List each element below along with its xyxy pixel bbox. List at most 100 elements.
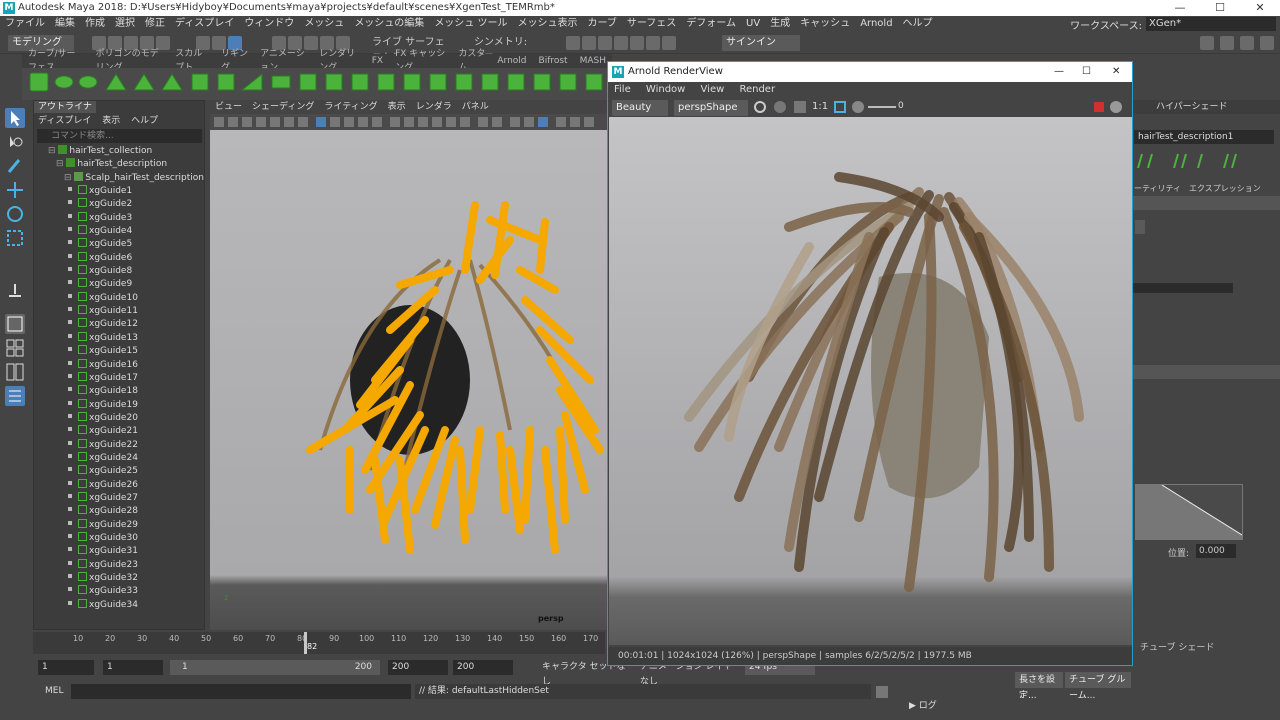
- shelf-tab-bifrost[interactable]: Bifrost: [533, 54, 574, 68]
- tree-item-guide[interactable]: xgGuide15: [34, 345, 202, 358]
- range-start-field[interactable]: 1: [38, 660, 94, 675]
- tree-item-scalp[interactable]: ⊟ Scalp_hairTest_description: [34, 171, 204, 185]
- rv-menu-render[interactable]: Render: [733, 84, 781, 95]
- tree-item-guide[interactable]: xgGuide27: [34, 491, 202, 505]
- outliner-layout-icon[interactable]: [5, 386, 25, 406]
- attribute-editor-icon[interactable]: [1220, 36, 1234, 50]
- section-header[interactable]: [1130, 196, 1280, 210]
- ratio-label[interactable]: 1:1: [812, 101, 828, 112]
- menu-arnold[interactable]: Arnold: [855, 16, 897, 32]
- time-slider[interactable]: 10 20 30 40 50 60 70 80 90 100 110 120 1…: [33, 632, 605, 654]
- tree-item-guide[interactable]: xgGuide10: [34, 291, 202, 305]
- paint-select-icon[interactable]: [5, 156, 25, 176]
- menu-select[interactable]: 選択: [110, 16, 140, 32]
- tree-item-guide[interactable]: xgGuide30: [34, 531, 202, 545]
- rv-close-icon[interactable]: ✕: [1112, 62, 1120, 82]
- attr-tab-expression[interactable]: エクスプレッション: [1185, 183, 1265, 194]
- render-icon[interactable]: [566, 36, 580, 50]
- viewport-toolbar-icons[interactable]: [210, 114, 608, 130]
- maximize-icon[interactable]: ☐: [1200, 0, 1240, 16]
- tree-item-description[interactable]: ⊟ hairTest_description: [34, 158, 202, 171]
- menu-generate[interactable]: 生成: [765, 16, 795, 32]
- tree-item-guide[interactable]: xgGuide33: [34, 585, 202, 598]
- mel-input[interactable]: [71, 684, 411, 699]
- outliner-menu-help[interactable]: ヘルプ: [127, 116, 162, 126]
- tree-item-guide[interactable]: xgGuide28: [34, 505, 202, 518]
- channel-box-icon[interactable]: [1260, 36, 1274, 50]
- tree-item-guide[interactable]: xgGuide22: [34, 438, 202, 452]
- anim-end-field[interactable]: 200: [388, 660, 448, 675]
- tree-item-guide[interactable]: xgGuide26: [34, 478, 202, 492]
- rv-menu-window[interactable]: Window: [640, 84, 691, 95]
- set-length-button[interactable]: 長さを設定...: [1015, 672, 1063, 701]
- close-icon[interactable]: ✕: [1240, 0, 1280, 16]
- render-canvas[interactable]: [609, 117, 1132, 645]
- render-view-icon[interactable]: [630, 36, 644, 50]
- arnold-play-icon[interactable]: [646, 36, 660, 50]
- stop-render-icon[interactable]: [1094, 102, 1104, 112]
- viewport-menu-view[interactable]: ビュー: [210, 100, 247, 114]
- tree-item-guide[interactable]: xgGuide2: [34, 198, 202, 211]
- tree-item-guide[interactable]: xgGuide9: [34, 278, 202, 291]
- tree-item-guide[interactable]: xgGuide18: [34, 385, 202, 398]
- tree-item-guide[interactable]: xgGuide11: [34, 305, 202, 318]
- render-refresh-icon[interactable]: [754, 101, 766, 113]
- single-view-icon[interactable]: [5, 314, 25, 334]
- xgen-shelf-icons[interactable]: [22, 68, 612, 100]
- tree-item-guide[interactable]: xgGuide34: [34, 598, 202, 612]
- node-name-field[interactable]: hairTest_description1: [1134, 130, 1274, 144]
- tree-item-guide[interactable]: xgGuide5: [34, 238, 202, 251]
- lasso-tool-icon[interactable]: [5, 132, 25, 152]
- hypershade-icon[interactable]: [614, 36, 628, 50]
- outliner-tab[interactable]: アウトライナ: [34, 101, 96, 113]
- two-view-icon[interactable]: [5, 362, 25, 382]
- aov-dropdown[interactable]: Beauty: [612, 100, 668, 116]
- tree-item-guide[interactable]: xgGuide16: [34, 358, 202, 372]
- script-editor-icon[interactable]: [876, 686, 888, 698]
- outliner-menu-display[interactable]: ディスプレイ: [34, 116, 95, 126]
- menu-edit-mesh[interactable]: メッシュの編集: [349, 16, 429, 32]
- four-view-icon[interactable]: [5, 338, 25, 358]
- tree-item-guide[interactable]: xgGuide29: [34, 518, 202, 532]
- color-picker-icon[interactable]: [794, 101, 806, 113]
- rv-menu-file[interactable]: File: [608, 84, 637, 95]
- last-tool-icon[interactable]: [5, 280, 25, 300]
- tree-item-guide[interactable]: xgGuide1: [34, 185, 202, 198]
- settings-gear-icon[interactable]: [1110, 101, 1122, 113]
- scale-tool-icon[interactable]: [5, 228, 25, 248]
- menu-surfaces[interactable]: サーフェス: [622, 16, 681, 32]
- menu-window[interactable]: ウィンドウ: [239, 16, 299, 32]
- tree-item-guide[interactable]: xgGuide31: [34, 545, 202, 558]
- exposure-slider[interactable]: [868, 106, 896, 108]
- attr-dropdown[interactable]: [1135, 220, 1145, 234]
- viewport-menu-renderer[interactable]: レンダラ: [411, 100, 457, 114]
- viewport-menu-shading[interactable]: シェーディング: [247, 100, 319, 114]
- mel-label[interactable]: MEL: [45, 686, 63, 696]
- tree-item-guide[interactable]: xgGuide12: [34, 318, 202, 331]
- tree-item-collection[interactable]: ⊟ hairTest_collection: [34, 145, 202, 158]
- ramp-graph[interactable]: [1135, 484, 1243, 540]
- rgb-icon[interactable]: [774, 101, 786, 113]
- ipr-render-icon[interactable]: [582, 36, 596, 50]
- arnold-stop-icon[interactable]: [662, 36, 676, 50]
- rotate-tool-icon[interactable]: [5, 204, 25, 224]
- menu-edit[interactable]: 編集: [50, 16, 80, 32]
- tool-settings-icon[interactable]: [1240, 36, 1254, 50]
- tree-item-guide[interactable]: xgGuide25: [34, 465, 202, 478]
- menu-help[interactable]: ヘルプ: [898, 16, 938, 32]
- rv-menu-view[interactable]: View: [695, 84, 731, 95]
- section-header-2[interactable]: [1130, 365, 1280, 379]
- rv-minimize-icon[interactable]: —: [1054, 62, 1064, 82]
- outliner-search-input[interactable]: コマンド検索...: [37, 129, 202, 143]
- position-field[interactable]: 0.000: [1196, 544, 1236, 558]
- shelf-tab-fx[interactable]: FX: [366, 54, 389, 68]
- menu-file[interactable]: ファイル: [0, 16, 50, 32]
- minimize-icon[interactable]: —: [1160, 0, 1200, 16]
- tree-item-guide[interactable]: xgGuide4: [34, 225, 202, 238]
- viewport-menu-lighting[interactable]: ライティング: [319, 100, 382, 114]
- attr-tab-utility[interactable]: ーティリティ: [1130, 183, 1185, 194]
- tree-item-guide[interactable]: xgGuide17: [34, 371, 202, 385]
- menu-display[interactable]: ディスプレイ: [170, 16, 239, 32]
- tree-item-guide[interactable]: xgGuide23: [34, 558, 202, 572]
- menu-uv[interactable]: UV: [741, 16, 765, 32]
